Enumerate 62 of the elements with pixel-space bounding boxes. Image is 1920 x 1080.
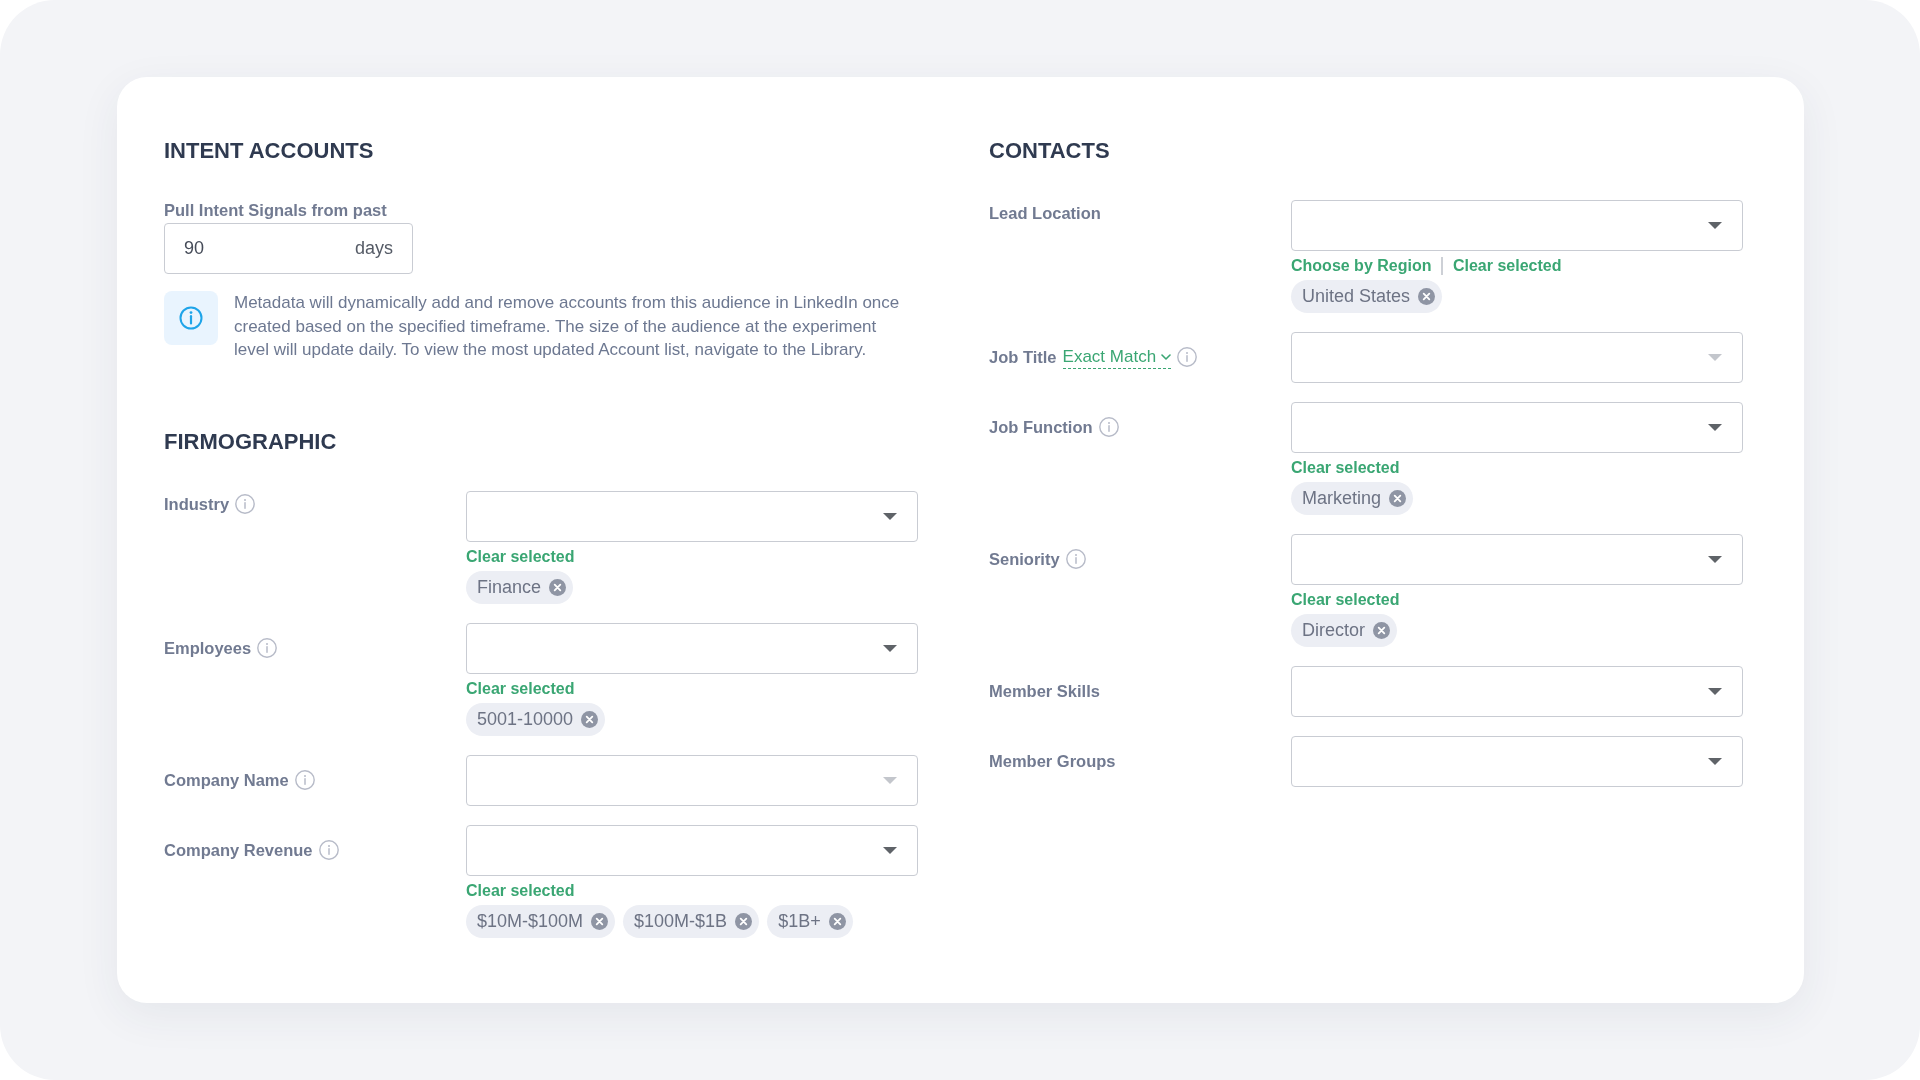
remove-icon[interactable]	[1373, 622, 1390, 639]
section-heading: CONTACTS	[989, 137, 1110, 165]
field-label: Job Function	[989, 417, 1093, 437]
action-link[interactable]: Clear selected	[466, 546, 575, 567]
chevron-icon	[1161, 354, 1172, 361]
caret-icon	[883, 512, 897, 520]
caret-icon	[1708, 556, 1722, 563]
field-label: Lead Location	[989, 203, 1101, 223]
tag-label: 5001-10000	[477, 708, 574, 730]
remove-icon[interactable]	[1418, 288, 1436, 305]
info-icon	[164, 291, 218, 345]
caret-icon	[1708, 688, 1722, 695]
tag-label: $1B+	[778, 910, 821, 932]
dropdown-field[interactable]	[1291, 332, 1743, 383]
caret-icon	[883, 644, 897, 652]
caret-icon	[883, 776, 897, 784]
remove-icon[interactable]	[591, 912, 609, 930]
dropdown-field[interactable]	[466, 824, 918, 876]
action-link[interactable]: Clear selected	[466, 880, 575, 901]
tag-label: Marketing	[1302, 488, 1382, 509]
caret-icon	[883, 846, 897, 854]
field-label: Company Revenue	[164, 839, 313, 860]
tag-label: $10M-$100M	[477, 910, 584, 932]
dropdown-field[interactable]	[1291, 736, 1743, 787]
remove-icon[interactable]	[735, 912, 753, 930]
tag-label: United States	[1302, 286, 1411, 307]
remove-icon[interactable]	[581, 710, 599, 728]
tag-label: Director	[1302, 620, 1365, 641]
dropdown-field[interactable]	[1291, 534, 1743, 585]
tag-label: Finance	[477, 576, 542, 598]
remove-icon[interactable]	[828, 912, 846, 930]
caret-icon	[1708, 222, 1722, 229]
match-type-dropdown[interactable]: Exact Match	[1062, 347, 1172, 370]
action-link[interactable]: Choose by Region	[1291, 256, 1432, 276]
dropdown-field[interactable]	[466, 754, 918, 806]
field-label: Member Groups	[989, 751, 1116, 771]
action-link[interactable]: Clear selected	[466, 678, 575, 699]
action-link[interactable]: Clear selected	[1291, 458, 1400, 478]
caret-icon	[1708, 424, 1722, 431]
dropdown-field[interactable]	[1291, 666, 1743, 717]
notice-text: Metadata will dynamically add and remove accounts from this audience in LinkedIn once created based on the specified timeframe. The size of the audience at the experiment level will update daily. To view the most updated Account list, navigate to the Library.	[234, 292, 901, 361]
section-heading: INTENT ACCOUNTS	[164, 137, 374, 165]
unit-label: days	[354, 238, 393, 259]
action-link[interactable]: Clear selected	[1291, 590, 1400, 610]
remove-icon[interactable]	[549, 578, 567, 596]
section-heading: FIRMOGRAPHIC	[164, 427, 337, 456]
action-link[interactable]: Clear selected	[1452, 256, 1562, 276]
field-label: Seniority	[989, 549, 1060, 569]
remove-icon[interactable]	[1389, 490, 1407, 507]
field-label: Employees	[164, 637, 252, 658]
dropdown-field[interactable]	[466, 490, 918, 542]
tag-label: $100M-$1B	[634, 910, 728, 932]
field-label: Pull Intent Signals from past	[164, 200, 387, 220]
field-label: Company Name	[164, 769, 289, 790]
caret-icon	[1708, 354, 1722, 361]
field-label: Job Title	[989, 347, 1057, 367]
dropdown-field[interactable]	[1291, 402, 1743, 453]
field-label: Member Skills	[989, 681, 1100, 701]
field-label: Industry	[164, 493, 230, 514]
caret-icon	[1708, 758, 1722, 765]
dropdown-field[interactable]	[466, 622, 918, 674]
dropdown-field[interactable]	[1291, 200, 1743, 251]
